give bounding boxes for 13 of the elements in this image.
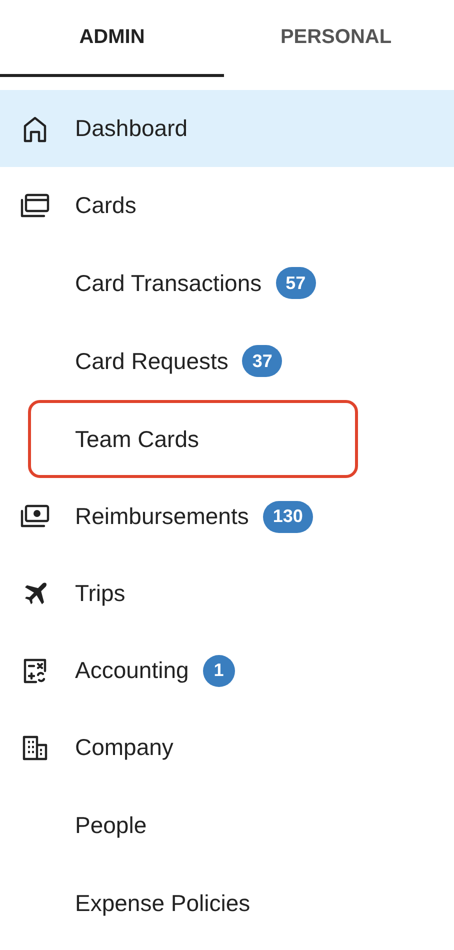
nav-subitem[interactable]: Team Cards <box>28 400 358 478</box>
cards-icon <box>18 192 50 220</box>
nav-item[interactable]: Dashboard <box>0 90 454 167</box>
tab[interactable]: PERSONAL <box>224 0 448 77</box>
nav-subitem[interactable]: Card Requests 37 <box>28 322 358 400</box>
count-badge: 1 <box>202 654 235 686</box>
nav-subitem[interactable]: People <box>28 786 358 864</box>
nav-subitem[interactable]: Expense Policies <box>28 864 358 942</box>
count-badge: 57 <box>276 267 316 299</box>
tab[interactable]: ADMIN <box>0 0 224 77</box>
count-badge: 130 <box>262 500 313 532</box>
count-badge: 37 <box>242 345 282 377</box>
nav-subitem[interactable]: Card Transactions 57 <box>28 244 358 322</box>
